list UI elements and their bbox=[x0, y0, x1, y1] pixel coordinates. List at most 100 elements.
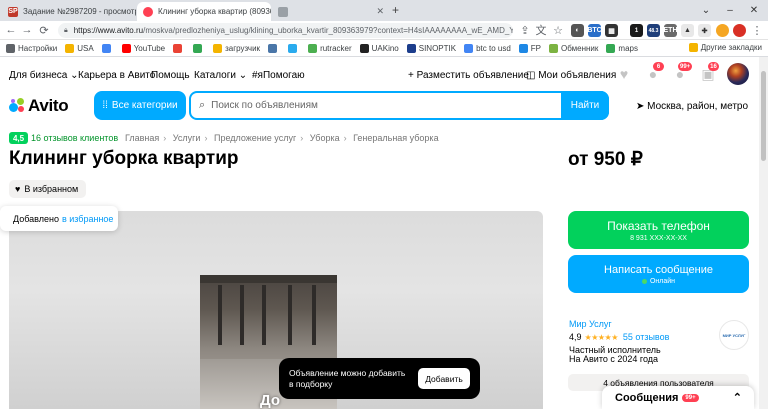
chevron-down-icon: ⌄ bbox=[238, 70, 248, 81]
bookmark-item[interactable]: SINOPTIK bbox=[406, 43, 456, 53]
bookmark-item[interactable]: UAKino bbox=[359, 43, 399, 53]
user-avatar[interactable] bbox=[727, 63, 749, 85]
bookmark-item[interactable]: btc to usd bbox=[464, 43, 511, 53]
drive-icon bbox=[193, 43, 203, 53]
page-scrollbar[interactable] bbox=[759, 57, 768, 409]
browser-tab-1[interactable]: SP Задание №2987209 - просмотр з ✕ bbox=[2, 2, 136, 21]
uakino-icon bbox=[359, 43, 369, 53]
tab-favicon-icon bbox=[278, 6, 288, 17]
reload-icon[interactable]: ⟳ bbox=[37, 23, 51, 37]
online-status: Онлайн bbox=[649, 277, 676, 285]
browser-tab-2[interactable]: Клининг уборка квартир (809365 ✕ bbox=[137, 2, 271, 21]
cart-badge: 16 bbox=[708, 62, 719, 71]
profile-avatar-icon[interactable] bbox=[733, 24, 746, 37]
share-icon[interactable]: ⇪ bbox=[518, 23, 532, 37]
bookmark-item[interactable]: загрузчик bbox=[213, 43, 260, 53]
seller-rating: 4,9 ★★★★★ 55 отзывов bbox=[569, 332, 670, 342]
scrollbar-thumb[interactable] bbox=[761, 71, 766, 161]
seller-since: На Авито с 2024 года bbox=[569, 354, 659, 364]
plus-icon: + bbox=[408, 70, 414, 81]
browser-tab-3[interactable]: ✕ bbox=[272, 2, 390, 21]
notifications-bell-icon[interactable]: ● 6 bbox=[645, 62, 664, 82]
folder-icon bbox=[213, 43, 223, 53]
bookmark-item[interactable]: USA bbox=[65, 43, 94, 53]
bookmark-item[interactable] bbox=[193, 43, 205, 53]
bookmark-item[interactable]: FP bbox=[518, 43, 541, 53]
breadcrumb-item[interactable]: Услуги bbox=[173, 133, 201, 143]
bookmark-item[interactable] bbox=[268, 43, 280, 53]
notification-badge: 6 bbox=[653, 62, 664, 71]
close-tab-icon[interactable]: ✕ bbox=[372, 6, 384, 17]
favorite-button[interactable]: ♥ В избранном bbox=[9, 180, 86, 198]
show-phone-button[interactable]: Показать телефон 8 931 XXX-XX-XX bbox=[568, 211, 749, 249]
location-selector[interactable]: ➤ Москва, район, метро bbox=[636, 101, 748, 112]
chevron-up-icon[interactable]: ⌃ bbox=[733, 391, 742, 404]
search-button[interactable]: Найти bbox=[561, 91, 609, 120]
breadcrumb-item[interactable]: Главная bbox=[125, 133, 159, 143]
bookmark-item[interactable] bbox=[173, 43, 185, 53]
photo-caption: До bbox=[260, 392, 281, 409]
tab-title: Задание №2987209 - просмотр з bbox=[23, 7, 136, 16]
favorites-link[interactable]: в избранное bbox=[62, 214, 113, 224]
btc-price-extension-icon[interactable]: 1 bbox=[630, 24, 643, 37]
add-to-collection-toast: Объявление можно добавить в подборку Доб… bbox=[279, 358, 480, 399]
other-bookmarks[interactable]: Другие закладки bbox=[688, 43, 762, 52]
reviews-link[interactable]: 16 отзывов клиентов bbox=[31, 133, 118, 143]
extension-icon[interactable]: ETH bbox=[664, 24, 678, 37]
menu-kebab-icon[interactable]: ⋮ bbox=[750, 23, 764, 37]
bookmark-item[interactable]: Обменник bbox=[549, 43, 598, 53]
tab-title: Клининг уборка квартир (809365 bbox=[158, 7, 271, 16]
write-message-button[interactable]: Написать сообщение Онлайн bbox=[568, 255, 749, 293]
bookmark-item[interactable] bbox=[288, 43, 300, 53]
forward-icon[interactable]: → bbox=[20, 23, 34, 37]
bookmark-item[interactable] bbox=[101, 43, 114, 53]
extension-icon[interactable]: ▦ bbox=[605, 24, 618, 37]
categories-icon: ⁞⁞ bbox=[102, 100, 108, 111]
folder-icon bbox=[65, 43, 75, 53]
breadcrumb-item[interactable]: Предложение услуг bbox=[214, 133, 296, 143]
extension-icon[interactable]: ◐ bbox=[571, 24, 584, 37]
post-ad-link[interactable]: + Разместить объявление bbox=[408, 70, 529, 81]
breadcrumb-item[interactable]: Генеральная уборка bbox=[353, 133, 438, 143]
messages-widget[interactable]: Сообщения 99+ ⌃ bbox=[602, 386, 754, 409]
my-ads-link[interactable]: ◫ Мои объявления bbox=[526, 70, 616, 81]
for-business-link[interactable]: Для бизнеса ⌄ bbox=[9, 70, 79, 81]
close-window-icon[interactable]: ✕ bbox=[742, 0, 766, 21]
translate-icon[interactable]: 文 bbox=[534, 23, 548, 37]
back-icon[interactable]: ← bbox=[4, 23, 18, 37]
bookmark-item[interactable]: YouTube bbox=[121, 43, 165, 53]
all-categories-button[interactable]: ⁞⁞ Все категории bbox=[94, 91, 186, 120]
google-icon bbox=[101, 43, 111, 53]
bookmark-item[interactable]: maps bbox=[606, 43, 638, 53]
messages-count-badge: 99+ bbox=[682, 393, 699, 402]
browser-tab-strip: SP Задание №2987209 - просмотр з ✕ Клини… bbox=[0, 0, 768, 21]
extension-icon[interactable]: ▲ bbox=[681, 24, 694, 37]
bookmark-item[interactable]: rutracker bbox=[308, 43, 352, 53]
new-tab-icon[interactable]: + bbox=[392, 3, 399, 17]
career-link[interactable]: Карьера в Авито bbox=[78, 70, 155, 81]
minimize-icon[interactable]: – bbox=[718, 0, 742, 21]
seller-name-link[interactable]: Мир Услуг bbox=[569, 319, 612, 329]
favorites-heart-icon[interactable]: ♥ bbox=[616, 66, 632, 82]
breadcrumb-item[interactable]: Уборка bbox=[310, 133, 340, 143]
search-input[interactable] bbox=[205, 93, 561, 118]
rutracker-icon bbox=[308, 43, 318, 53]
seller-reviews-link[interactable]: 55 отзывов bbox=[623, 332, 670, 342]
seller-logo[interactable]: МИР УСЛУГ bbox=[719, 320, 749, 350]
cart-icon[interactable]: ▣ 16 bbox=[700, 62, 719, 82]
ltc-price-extension-icon[interactable]: 48.3 bbox=[647, 24, 660, 37]
help-link[interactable]: Помощь bbox=[151, 70, 190, 81]
catalogs-link[interactable]: Каталоги ⌄ bbox=[194, 70, 247, 81]
profile-icon[interactable] bbox=[716, 24, 729, 37]
extension-icon[interactable]: BTC bbox=[587, 24, 602, 37]
puzzle-extensions-icon[interactable]: ✚ bbox=[698, 24, 711, 37]
address-bar[interactable]: 🔒︎ https://www.avito.ru/moskva/predlozhe… bbox=[58, 23, 513, 38]
bookmark-item[interactable]: Настройки bbox=[6, 43, 57, 53]
tab-search-icon[interactable]: ⌄ bbox=[694, 0, 718, 21]
help-tag-link[interactable]: #яПомогаю bbox=[252, 70, 305, 81]
messages-chat-icon[interactable]: ● 99+ bbox=[672, 62, 693, 82]
url-path: /moskva/predlozheniya_uslug/klining_ubor… bbox=[143, 26, 513, 35]
bookmark-star-icon[interactable]: ☆ bbox=[551, 23, 565, 37]
avito-logo[interactable]: Avito bbox=[9, 96, 69, 116]
add-to-collection-button[interactable]: Добавить bbox=[418, 368, 470, 389]
